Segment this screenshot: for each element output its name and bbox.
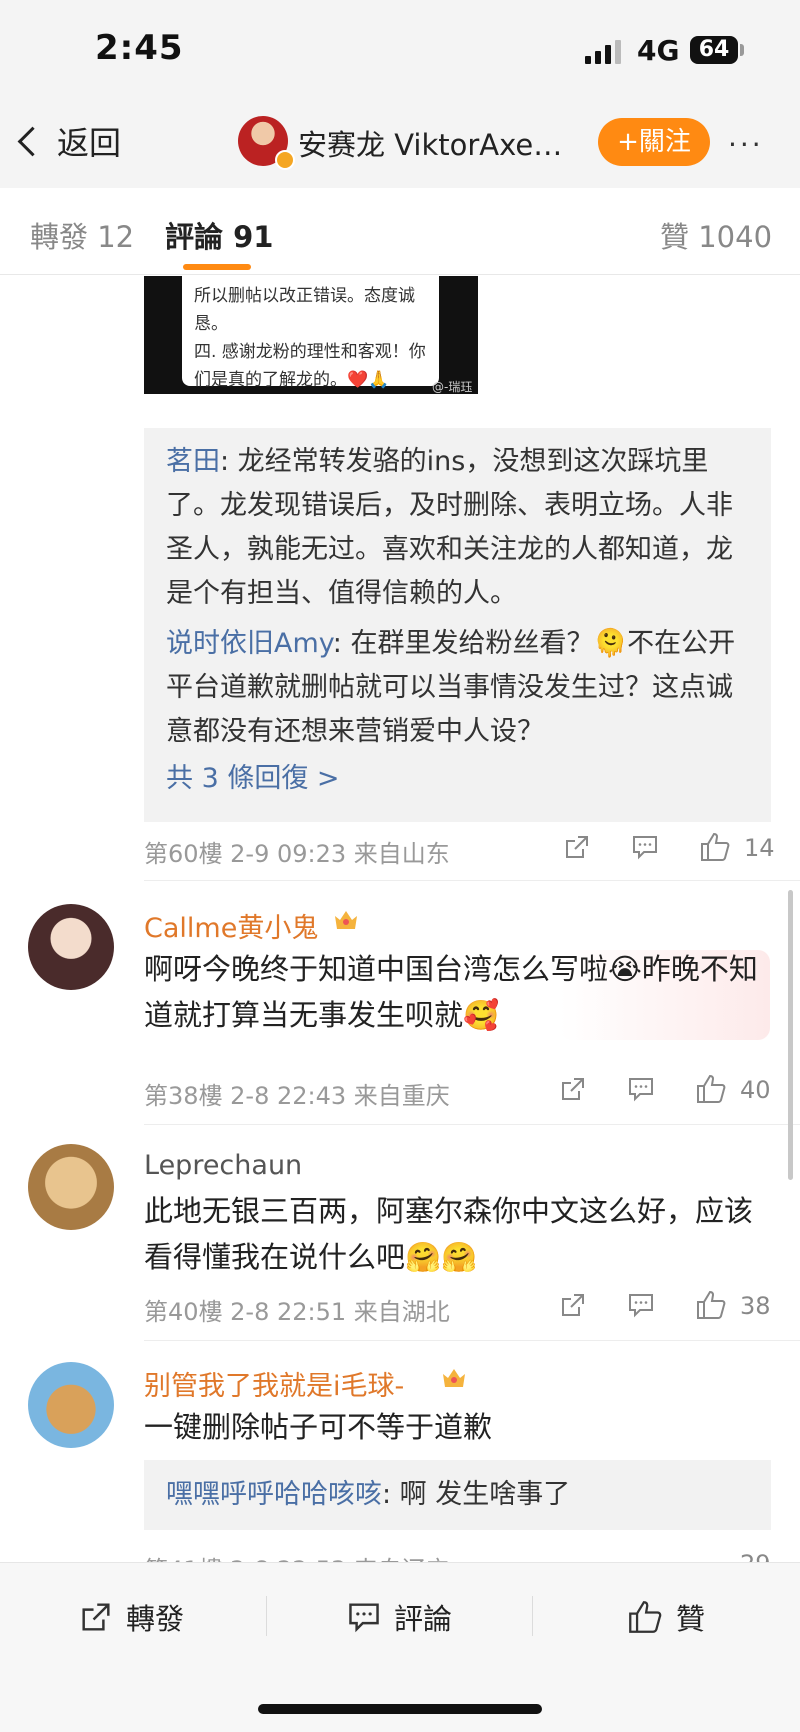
network-label: 4G (637, 34, 680, 67)
repost-label: 轉發 (126, 1602, 185, 1636)
crown-badge-icon (443, 1369, 465, 1387)
comment-username[interactable]: 别管我了我就是i毛球- (144, 1364, 404, 1403)
crown-badge-icon (335, 911, 357, 929)
image-line: 恳。 (194, 314, 228, 334)
like-button[interactable]: 贊 (628, 1596, 705, 1638)
like-count: 40 (740, 1076, 771, 1104)
divider (144, 880, 800, 881)
share-icon[interactable] (560, 1292, 586, 1318)
tab-repost[interactable]: 轉發 12 (30, 214, 134, 256)
home-indicator[interactable] (258, 1704, 542, 1714)
share-icon[interactable] (560, 1076, 586, 1102)
follow-button[interactable]: +關注 (598, 118, 710, 166)
reply-item[interactable]: 说时依旧Amy: 在群里发给粉丝看？🫠不在公开平台道歉就删帖就可以当事情没发生过… (166, 622, 756, 754)
verified-badge-icon (275, 150, 295, 170)
like-label: 贊 (676, 1602, 706, 1636)
image-watermark: @-瑞珏 (432, 380, 473, 394)
image-line: 所以删帖以改正错误。态度诚 (194, 286, 415, 306)
like-icon[interactable] (700, 832, 730, 862)
back-label: 返回 (57, 124, 122, 162)
tab-like[interactable]: 贊 1040 (660, 214, 772, 256)
comment-text: 啊呀今晚终于知道中国台湾怎么写啦😭昨晚不知道就打算当无事发生呗就🥰 (144, 952, 758, 1032)
back-button[interactable]: 返回 (17, 118, 122, 164)
comment-text: 一键删除帖子可不等于道歉 (144, 1410, 493, 1444)
comment-icon[interactable] (628, 1076, 654, 1102)
battery-tip (740, 44, 744, 56)
comment-meta: 第40樓 2-8 22:51 来自湖北 (144, 1298, 450, 1326)
avatar[interactable] (28, 1144, 114, 1230)
avatar[interactable] (28, 1362, 114, 1448)
divider (144, 1124, 800, 1125)
comment-meta: 第38樓 2-8 22:43 来自重庆 (144, 1082, 450, 1110)
reply-username[interactable]: 说时依旧Amy (166, 628, 333, 659)
comment-username[interactable]: Leprechaun (144, 1150, 302, 1181)
reply-item[interactable]: 茗田: 龙经常转发骆的ins，没想到这次踩坑里了。龙发现错误后，及时删除、表明立… (166, 440, 756, 616)
scrollbar[interactable] (788, 890, 793, 1180)
reply-username[interactable]: 茗田 (166, 446, 220, 477)
image-text-card: 所以删帖以改正错误。态度诚 恳。 四. 感谢龙粉的理性和客观！你 们是真的了解龙… (182, 276, 439, 390)
avatar[interactable] (28, 904, 114, 990)
more-options-icon[interactable]: ··· (728, 128, 764, 161)
comment-text: 此地无银三百两，阿塞尔森你中文这么好，应该看得懂我在说什么吧🤗🤗 (144, 1194, 754, 1274)
like-count: 38 (740, 1292, 771, 1320)
like-icon (629, 1601, 662, 1633)
share-icon (82, 1603, 110, 1631)
status-time: 2:45 (95, 28, 184, 68)
like-icon[interactable] (696, 1290, 726, 1320)
reply-username[interactable]: 嘿嘿呼呼哈哈咳咳 (166, 1479, 382, 1510)
comment-meta: 第60樓 2-9 09:23 来自山东 (144, 840, 450, 868)
page-title[interactable]: 安赛龙 ViktorAxel... (298, 122, 568, 164)
comment-button[interactable]: 評論 (348, 1596, 452, 1638)
divider (532, 1596, 533, 1636)
like-icon[interactable] (696, 1074, 726, 1104)
divider (266, 1596, 267, 1636)
reply-content: : 龙经常转发骆的ins，没想到这次踩坑里了。龙发现错误后，及时删除、表明立场。… (166, 446, 733, 609)
signal-icon (585, 40, 621, 64)
image-line: 四. 感谢龙粉的理性和客观！你 (194, 342, 426, 362)
tab-active-indicator (183, 264, 251, 270)
comment-username[interactable]: Callme黄小鬼 (144, 906, 318, 945)
share-icon[interactable] (564, 834, 590, 860)
tab-comment[interactable]: 評論 91 (165, 214, 273, 256)
divider (144, 1340, 800, 1341)
comment-icon[interactable] (628, 1292, 654, 1318)
image-line: 们是真的了解龙的。❤️🙏 (194, 370, 390, 390)
repost-button[interactable]: 轉發 (80, 1596, 184, 1638)
comment-icon (349, 1603, 379, 1633)
battery-icon: 64 (690, 36, 738, 64)
chevron-left-icon (17, 126, 48, 156)
comment-icon[interactable] (632, 834, 658, 860)
reply-item[interactable]: 嘿嘿呼呼哈哈咳咳: 啊 发生啥事了 (166, 1473, 756, 1517)
reply-content: : 啊 发生啥事了 (382, 1479, 571, 1510)
comment-label: 評論 (394, 1602, 453, 1636)
like-count: 14 (744, 834, 775, 862)
more-replies-link[interactable]: 共 3 條回復 > (166, 756, 340, 795)
